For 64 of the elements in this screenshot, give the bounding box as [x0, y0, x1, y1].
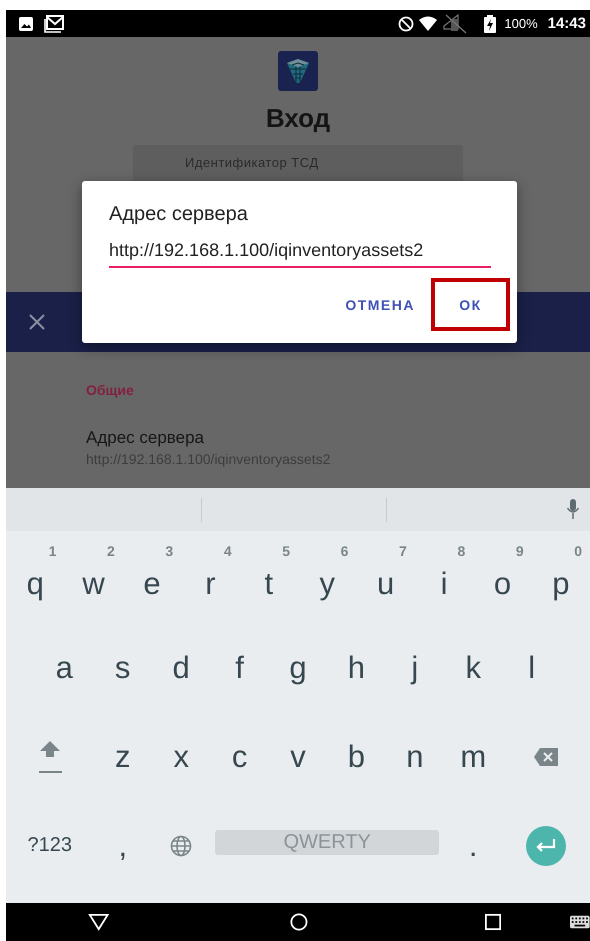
key[interactable]: w 2 [64, 531, 123, 620]
key[interactable]: u 7 [356, 531, 415, 620]
key-hint: 2 [107, 543, 115, 559]
key[interactable]: s [93, 620, 152, 709]
key-hint: 8 [457, 543, 466, 559]
key-hint: 0 [574, 543, 582, 559]
key[interactable]: n [386, 709, 444, 798]
key[interactable]: r 4 [181, 531, 240, 620]
key[interactable]: l [502, 620, 561, 709]
key[interactable]: q 1 [6, 531, 64, 620]
symbols-key[interactable]: ?123 [6, 798, 94, 887]
key[interactable]: c [210, 709, 269, 798]
keyboard-icon[interactable] [570, 915, 590, 929]
signal-off-icon [442, 14, 468, 34]
battery-percent: 100% [504, 16, 538, 31]
key[interactable]: v [268, 709, 328, 798]
key[interactable]: z [94, 709, 152, 798]
battery-charging-icon [484, 14, 496, 32]
key[interactable]: g [268, 620, 328, 709]
key[interactable]: m [444, 709, 502, 798]
server-address-field[interactable]: http://192.168.1.100/iqinventoryassets2 [109, 240, 491, 268]
key-hint: 7 [399, 543, 407, 559]
key-hint: 5 [282, 543, 290, 559]
key[interactable]: b [327, 709, 386, 798]
key[interactable]: i 8 [414, 531, 474, 620]
key[interactable]: t 5 [240, 531, 298, 620]
key[interactable]: f [210, 620, 269, 709]
key-hint: 6 [340, 543, 348, 559]
key-hint: 4 [224, 543, 232, 559]
cancel-button[interactable]: ОТМЕНА [329, 278, 431, 331]
wifi-icon [418, 16, 438, 32]
home-icon[interactable] [290, 912, 308, 932]
key[interactable]: o 9 [473, 531, 532, 620]
key[interactable]: d [152, 620, 210, 709]
key[interactable]: h [327, 620, 386, 709]
globe-icon[interactable] [170, 834, 192, 856]
key[interactable]: e 3 [122, 531, 182, 620]
key[interactable]: , [94, 798, 152, 887]
key[interactable]: j [386, 620, 444, 709]
preference-title: Адрес сервера [86, 428, 206, 448]
shift-icon[interactable] [38, 738, 62, 774]
key[interactable]: . [444, 798, 502, 887]
key-hint: 1 [48, 543, 56, 559]
clock: 14:43 [548, 15, 586, 32]
backspace-icon[interactable] [533, 746, 560, 766]
cube-logo-icon [278, 51, 318, 91]
dialog-title: Адрес сервера [109, 203, 249, 226]
key[interactable]: y 6 [298, 531, 356, 620]
key-hint: 3 [165, 543, 174, 559]
key[interactable]: a [35, 620, 94, 709]
key[interactable]: p 0 [532, 531, 590, 620]
do-not-disturb-icon [398, 16, 414, 32]
recents-icon[interactable] [485, 913, 502, 931]
section-header: Общие [86, 382, 135, 398]
key[interactable]: k [444, 620, 502, 709]
key-hint: 9 [516, 543, 524, 559]
close-icon[interactable] [29, 314, 45, 330]
back-icon[interactable] [88, 912, 110, 932]
ok-button[interactable]: ОК [431, 278, 510, 331]
microphone-icon[interactable] [566, 498, 580, 520]
login-title: Вход [266, 103, 330, 135]
image-icon [18, 16, 34, 32]
mail-icon [44, 14, 64, 32]
key[interactable]: x [152, 709, 210, 798]
